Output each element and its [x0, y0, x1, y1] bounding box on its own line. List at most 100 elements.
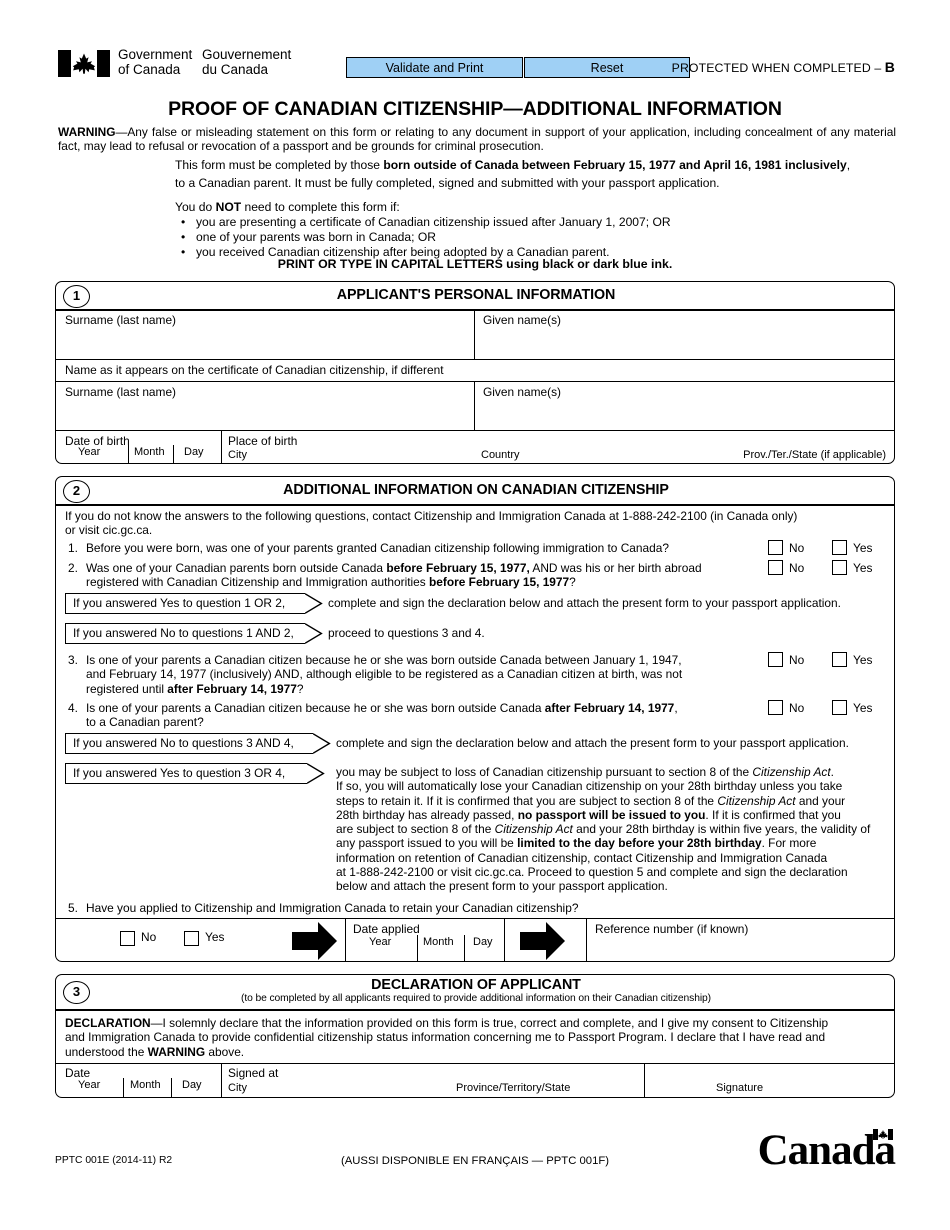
- birth-province-label: Prov./Ter./State (if applicable): [743, 449, 886, 461]
- q3-no-label: No: [789, 653, 805, 667]
- q3-l3a: registered until: [86, 681, 168, 696]
- dob-month-input[interactable]: [130, 445, 171, 463]
- c4-p9: below and attach the present form to you…: [336, 879, 668, 894]
- c4-p1-italic: Citizenship Act: [752, 765, 831, 779]
- q4-l1c: ,: [674, 701, 678, 715]
- q4-l2: to a Canadian parent?: [86, 715, 204, 730]
- cert-given-names-input[interactable]: [483, 400, 883, 428]
- signature-month-input[interactable]: [125, 1078, 169, 1097]
- q4-no-checkbox[interactable]: [768, 700, 783, 715]
- q2-no-checkbox[interactable]: [768, 560, 783, 575]
- c4-p2: If so, you will automatically lose your …: [336, 779, 843, 794]
- c4-p3c: and your: [795, 793, 846, 808]
- given-names-input[interactable]: [483, 328, 883, 358]
- q5-yes-checkbox[interactable]: [184, 931, 199, 946]
- protected-text: PROTECTED WHEN COMPLETED –: [671, 61, 885, 75]
- c4-p6c: . For more: [761, 836, 817, 851]
- q2-l1-bold: before February 15, 1977,: [386, 561, 530, 575]
- intro-line-2: to a Canadian parent. It must be fully c…: [175, 175, 720, 190]
- decl-warning-ref: WARNING: [147, 1044, 206, 1059]
- list-item: one of your parents was born in Canada; …: [175, 230, 895, 245]
- decl-l2: and Immigration Canada to provide confid…: [65, 1030, 826, 1045]
- q4-text: Is one of your parents a Canadian citize…: [86, 701, 776, 730]
- section3-subtitle: (to be completed by all applicants requi…: [240, 993, 711, 1004]
- section1-header: 1 APPLICANT'S PERSONAL INFORMATION: [56, 282, 894, 311]
- date-applied-year-input[interactable]: [348, 935, 415, 962]
- q4-yes-checkbox[interactable]: [832, 700, 847, 715]
- warning-paragraph: WARNING—Any false or misleading statemen…: [58, 125, 896, 153]
- q3-no-checkbox[interactable]: [768, 652, 783, 667]
- callout4-label: If you answered Yes to question 3 OR 4,: [73, 766, 286, 780]
- validate-and-print-button[interactable]: Validate and Print: [346, 57, 523, 78]
- signature-input[interactable]: [652, 1066, 886, 1082]
- q5-no-label: No: [141, 930, 157, 944]
- cert-surname-input[interactable]: [65, 400, 470, 428]
- callout4-text: you may be subject to loss of Canadian c…: [336, 765, 896, 894]
- birth-province-input[interactable]: [721, 434, 886, 449]
- divider: [417, 935, 419, 962]
- q2-yes-checkbox[interactable]: [832, 560, 847, 575]
- birth-country-input[interactable]: [481, 434, 711, 449]
- c4-p8: at 1-888-242-2100 or visit cic.gc.ca. Pr…: [336, 865, 848, 880]
- signed-city-input[interactable]: [228, 1066, 448, 1082]
- c4-p5a: are subject to section 8 of the: [336, 822, 495, 837]
- callout-arrow-icon: [313, 733, 331, 754]
- c4-p4c: . If it is confirmed that you: [705, 807, 841, 822]
- callout3-text: complete and sign the declaration below …: [336, 736, 849, 750]
- divider: [221, 430, 223, 463]
- reference-number-input[interactable]: [595, 937, 885, 961]
- q2-l1c: AND was his or her birth abroad: [529, 561, 702, 575]
- canada-flag-icon: [58, 50, 110, 77]
- section3-title-main: DECLARATION OF APPLICANT: [371, 977, 581, 993]
- signed-city-label: City: [228, 1082, 247, 1094]
- government-of-canada-label: Government of Canada: [118, 47, 193, 77]
- intro-line1-bold: born outside of Canada between February …: [383, 158, 847, 172]
- q3-yes-checkbox[interactable]: [832, 652, 847, 667]
- q5-no-checkbox[interactable]: [120, 931, 135, 946]
- dob-year-input[interactable]: [60, 445, 126, 463]
- warning-text: —Any false or misleading statement on th…: [58, 125, 896, 154]
- q2-yes-label: Yes: [853, 561, 873, 575]
- divider: [644, 1063, 646, 1097]
- signature-year-input[interactable]: [60, 1078, 121, 1097]
- surname-input[interactable]: [65, 328, 470, 358]
- intro-line1-a: This form must be completed by those: [175, 158, 384, 172]
- q1-yes-label: Yes: [853, 541, 873, 555]
- right-arrow-icon: [292, 922, 337, 960]
- q4-no-label: No: [789, 701, 805, 715]
- c4-p6a: any passport issued to you will be: [336, 836, 518, 851]
- protected-classification: PROTECTED WHEN COMPLETED – B: [672, 59, 895, 75]
- callout1-text: complete and sign the declaration below …: [328, 596, 841, 610]
- divider: [221, 1063, 223, 1097]
- divider: [123, 1078, 125, 1097]
- date-applied-month-input[interactable]: [419, 935, 462, 962]
- lead-c: need to complete this form if:: [241, 200, 400, 214]
- q1-no-checkbox[interactable]: [768, 540, 783, 555]
- divider: [345, 918, 347, 962]
- callout-arrow-icon: [307, 763, 325, 784]
- q5-text: Have you applied to Citizenship and Immi…: [86, 901, 579, 915]
- q1-number: 1.: [68, 541, 78, 555]
- divider: [56, 359, 894, 361]
- q2-number: 2.: [68, 561, 78, 575]
- dob-day-input[interactable]: [175, 445, 219, 463]
- signed-province-input[interactable]: [456, 1066, 636, 1082]
- q2-l1a: Was one of your Canadian parents born ou…: [86, 561, 387, 575]
- section-applicant-personal-information: 1 APPLICANT'S PERSONAL INFORMATION Surna…: [55, 281, 895, 464]
- q2-l2a: registered with Canadian Citizenship and…: [86, 575, 430, 590]
- q4-yes-label: Yes: [853, 701, 873, 715]
- contact-note-line1: If you do not know the answers to the fo…: [65, 509, 798, 523]
- print-instruction: PRINT OR TYPE IN CAPITAL LETTERS using b…: [277, 257, 673, 271]
- signature-label: Signature: [716, 1082, 764, 1094]
- contact-note-line2: or visit cic.gc.ca.: [65, 523, 153, 537]
- q5-number: 5.: [68, 901, 78, 915]
- birth-city-input[interactable]: [228, 434, 473, 449]
- q1-yes-checkbox[interactable]: [832, 540, 847, 555]
- date-applied-day-input[interactable]: [466, 935, 502, 962]
- q4-l1-bold: after February 14, 1977: [544, 701, 675, 715]
- signature-day-input[interactable]: [173, 1078, 219, 1097]
- callout1-label: If you answered Yes to question 1 OR 2,: [73, 596, 286, 610]
- c4-p5c: and your 28th birthday is within five ye…: [572, 822, 871, 837]
- reset-button[interactable]: Reset: [524, 57, 690, 78]
- surname-label: Surname (last name): [65, 313, 177, 327]
